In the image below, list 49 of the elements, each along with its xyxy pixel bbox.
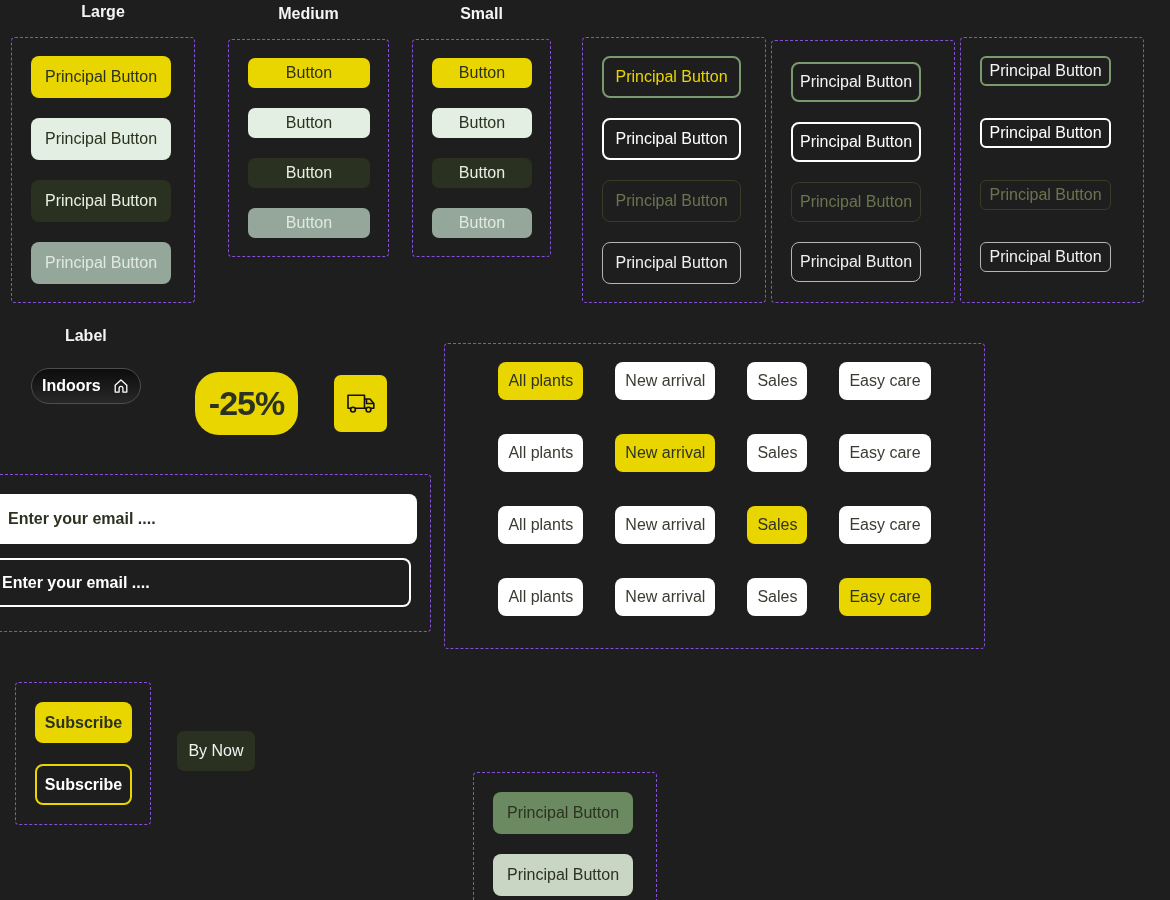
filled-button[interactable]: Button — [432, 58, 532, 88]
filter-chip[interactable]: New arrival — [615, 506, 716, 544]
filter-chip[interactable]: New arrival — [615, 434, 716, 472]
category-chip[interactable]: Indoors — [31, 368, 141, 404]
outline-button[interactable]: Principal Button — [602, 56, 741, 98]
email-field[interactable]: Enter your email .... — [0, 558, 411, 607]
subscribe-button[interactable]: Subscribe — [35, 764, 132, 805]
filter-chip[interactable]: New arrival — [615, 578, 716, 616]
filled-button[interactable]: Button — [248, 108, 370, 138]
filter-chip[interactable]: Sales — [747, 578, 808, 616]
outline-button[interactable]: Principal Button — [980, 56, 1111, 86]
outline-button[interactable]: Principal Button — [791, 242, 921, 282]
filter-chip[interactable]: Sales — [747, 362, 808, 400]
filled-button[interactable]: Button — [432, 158, 532, 188]
outline-button[interactable]: Principal Button — [791, 122, 921, 162]
filled-button[interactable]: Principal Button — [493, 854, 633, 896]
filled-button[interactable]: Button — [248, 158, 370, 188]
group-heading: Medium — [278, 4, 339, 24]
filled-button[interactable]: Principal Button — [31, 56, 171, 98]
outline-button[interactable]: Principal Button — [980, 242, 1111, 272]
delivery-button[interactable] — [334, 375, 387, 432]
email-field[interactable]: Enter your email .... — [0, 494, 417, 544]
filter-chip[interactable]: All plants — [498, 362, 584, 400]
subscribe-button[interactable]: Subscribe — [35, 702, 132, 743]
filled-button[interactable]: Principal Button — [31, 180, 171, 222]
filter-chip[interactable]: All plants — [498, 434, 584, 472]
filter-chip[interactable]: New arrival — [615, 362, 716, 400]
filter-chip[interactable]: Easy care — [839, 362, 931, 400]
outline-button[interactable]: Principal Button — [791, 62, 921, 102]
truck-icon — [346, 394, 375, 413]
filled-button[interactable]: Principal Button — [31, 118, 171, 160]
filter-chip[interactable]: Easy care — [839, 578, 931, 616]
filter-chip[interactable]: Easy care — [839, 506, 931, 544]
buy-button[interactable]: By Now — [177, 731, 255, 771]
outline-button[interactable]: Principal Button — [980, 118, 1111, 148]
outline-button[interactable]: Principal Button — [602, 118, 741, 160]
discount-badge: -25% — [195, 372, 298, 435]
filter-chip[interactable]: All plants — [498, 578, 584, 616]
filter-chip[interactable]: All plants — [498, 506, 584, 544]
section-heading: Label — [64, 326, 107, 346]
filled-button[interactable]: Button — [248, 58, 370, 88]
group-heading: Large — [81, 2, 125, 22]
home-icon — [113, 379, 128, 393]
outline-button[interactable]: Principal Button — [602, 242, 741, 284]
filter-chip[interactable]: Sales — [747, 434, 808, 472]
filter-chip[interactable]: Sales — [747, 506, 808, 544]
group-heading: Small — [460, 4, 503, 24]
filled-button[interactable]: Button — [432, 108, 532, 138]
filter-chip[interactable]: Easy care — [839, 434, 931, 472]
